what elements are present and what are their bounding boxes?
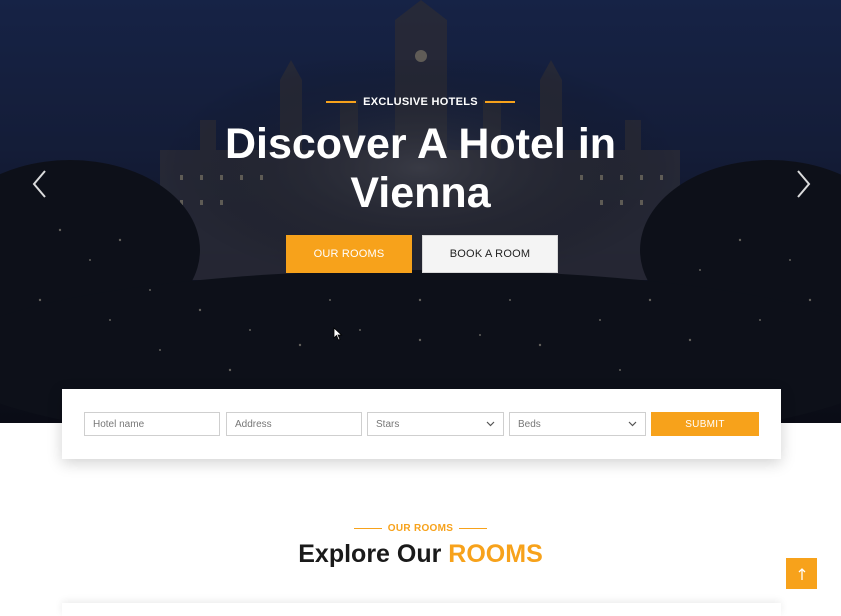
decorative-line — [459, 527, 488, 530]
scroll-to-top-button[interactable] — [786, 558, 817, 589]
section-title-prefix: Explore Our — [298, 540, 449, 568]
chevron-left-icon[interactable] — [30, 168, 50, 200]
stars-select[interactable]: Stars — [367, 412, 504, 436]
hero-slider: EXCLUSIVE HOTELS Discover A Hotel in Vie… — [0, 0, 841, 423]
hero-title: Discover A Hotel in Vienna — [224, 120, 617, 217]
chevron-down-icon — [628, 420, 637, 431]
decorative-line — [353, 527, 382, 530]
book-a-room-button[interactable]: BOOK A ROOM — [422, 235, 558, 273]
decorative-line — [326, 101, 357, 104]
chevron-right-icon[interactable] — [793, 168, 813, 200]
decorative-line — [484, 101, 515, 104]
arrow-up-icon — [798, 567, 805, 580]
section-label-text: OUR ROOMS — [387, 523, 454, 534]
hotel-name-input[interactable] — [93, 413, 219, 435]
section-label: OUR ROOMS — [0, 523, 841, 534]
hotel-name-field[interactable] — [84, 412, 220, 436]
beds-select[interactable]: Beds — [509, 412, 646, 436]
address-input[interactable] — [235, 413, 361, 435]
submit-button[interactable]: SUBMIT — [651, 412, 759, 436]
room-card — [62, 603, 781, 616]
hotel-search-form: Stars Beds SUBMIT — [62, 389, 781, 459]
our-rooms-button[interactable]: OUR ROOMS — [286, 235, 412, 273]
beds-select-value: Beds — [518, 418, 541, 430]
stars-select-value: Stars — [376, 418, 400, 430]
section-title: Explore Our ROOMS — [0, 540, 841, 569]
chevron-down-icon — [486, 420, 495, 431]
section-title-accent: ROOMS — [448, 540, 543, 568]
hero-subtitle: EXCLUSIVE HOTELS — [0, 96, 841, 108]
address-field[interactable] — [226, 412, 362, 436]
hero-subtitle-text: EXCLUSIVE HOTELS — [363, 96, 478, 108]
mouse-cursor-icon — [333, 327, 343, 346]
